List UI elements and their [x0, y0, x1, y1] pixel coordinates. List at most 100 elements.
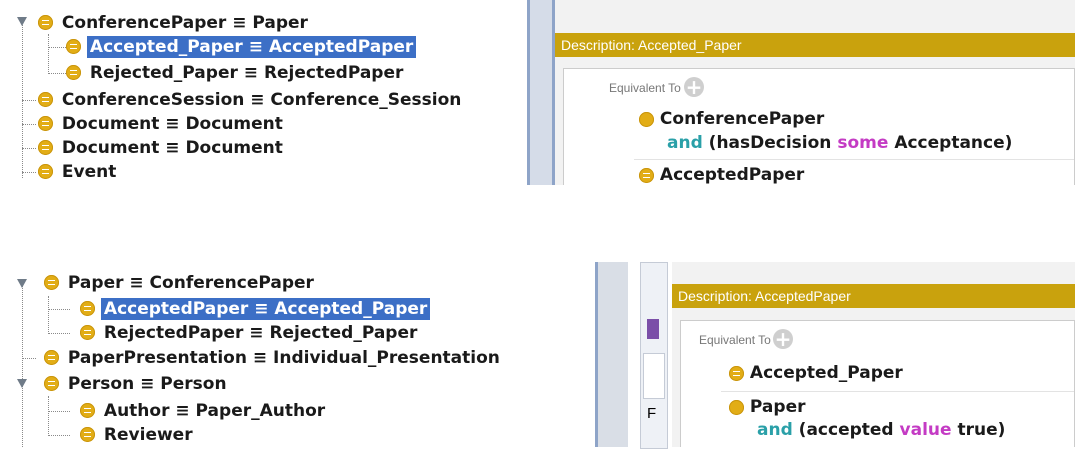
- tree-item-label: PaperPresentation ≡ Individual_Presentat…: [67, 348, 500, 368]
- class-icon: [38, 15, 53, 30]
- tree-item-author[interactable]: Author ≡ Paper_Author: [80, 400, 328, 422]
- class-icon: [729, 366, 744, 381]
- expand-arrow-icon[interactable]: [17, 379, 27, 388]
- description-body: Equivalent To + ConferencePaper and (has…: [563, 68, 1075, 185]
- keyword-some: some: [837, 133, 889, 153]
- class-hierarchy-bottom: Paper ≡ ConferencePaper AcceptedPaper ≡ …: [0, 262, 595, 447]
- description-body: Equivalent To + Accepted_Paper Paper and…: [680, 320, 1075, 447]
- tree-item-label: Author ≡ Paper_Author: [103, 401, 326, 421]
- tree-item-accepted-paper[interactable]: Accepted_Paper ≡ AcceptedPaper: [66, 36, 417, 58]
- tree-item-conferencesession[interactable]: ConferenceSession ≡ Conference_Session: [38, 89, 464, 111]
- tree-guide-line: [22, 124, 36, 125]
- tree-item-rejected-paper[interactable]: Rejected_Paper ≡ RejectedPaper: [66, 62, 406, 84]
- tree-item-event[interactable]: Event: [38, 161, 119, 183]
- keyword-and: and: [757, 420, 793, 440]
- class-icon: [80, 427, 95, 442]
- tree-item-label: ConferencePaper ≡ Paper: [61, 13, 308, 33]
- class-icon: [66, 39, 81, 54]
- class-icon: [38, 164, 53, 179]
- tree-item-label: Rejected_Paper ≡ RejectedPaper: [89, 63, 404, 83]
- tree-item-label: AcceptedPaper ≡ Accepted_Paper: [100, 298, 431, 320]
- tree-item-label: Document ≡ Document: [61, 114, 283, 134]
- add-icon[interactable]: +: [773, 329, 793, 349]
- toolbar-icon[interactable]: [647, 319, 659, 339]
- tree-item-paperpresentation[interactable]: PaperPresentation ≡ Individual_Presentat…: [44, 347, 503, 369]
- tree-guide-line: [22, 281, 23, 447]
- property-name: (accepted: [798, 420, 894, 440]
- class-icon: [44, 350, 59, 365]
- tree-item-label: Paper ≡ ConferencePaper: [67, 273, 314, 293]
- tree-item-conferencepaper[interactable]: ConferencePaper ≡ Paper: [38, 12, 311, 34]
- class-icon: [80, 403, 95, 418]
- tree-guide-line: [22, 148, 36, 149]
- tree-item-document[interactable]: Document ≡ Document: [38, 113, 286, 135]
- class-name: AcceptedPaper: [659, 165, 805, 185]
- separator: [634, 159, 1074, 160]
- class-icon: [44, 376, 59, 391]
- equivalent-expression[interactable]: ConferencePaper: [639, 109, 824, 129]
- class-icon: [44, 275, 59, 290]
- tree-item-label: Document ≡ Document: [61, 138, 283, 158]
- class-icon: [80, 325, 95, 340]
- expand-arrow-icon[interactable]: [17, 279, 27, 288]
- equivalent-expression[interactable]: Accepted_Paper: [729, 363, 903, 383]
- class-hierarchy-top: ConferencePaper ≡ Paper Accepted_Paper ≡…: [0, 0, 595, 185]
- separator: [721, 391, 1074, 392]
- class-icon: [639, 112, 654, 127]
- description-header: Description: Accepted_Paper: [555, 33, 1075, 57]
- toolbar-field[interactable]: [643, 353, 665, 399]
- tree-item-acceptedpaper[interactable]: AcceptedPaper ≡ Accepted_Paper: [80, 298, 431, 320]
- split-pane-divider[interactable]: [598, 262, 628, 447]
- tree-guide-line: [48, 34, 49, 72]
- description-header: Description: AcceptedPaper: [672, 284, 1075, 308]
- tree-item-rejectedpaper[interactable]: RejectedPaper ≡ Rejected_Paper: [80, 322, 420, 344]
- equivalent-to-label: Equivalent To: [699, 333, 771, 347]
- keyword-value: value: [899, 420, 952, 440]
- description-panel-top: Description: Accepted_Paper Equivalent T…: [555, 0, 1075, 185]
- split-pane-divider[interactable]: [530, 0, 552, 185]
- tree-item-paper[interactable]: Paper ≡ ConferencePaper: [44, 272, 317, 294]
- tree-guide-line: [22, 358, 36, 359]
- tree-item-label: Person ≡ Person: [67, 374, 227, 394]
- equivalent-to-label: Equivalent To: [609, 81, 681, 95]
- toolbar-letter: F: [647, 405, 657, 422]
- tree-guide-line: [22, 172, 36, 173]
- tree-guide-line: [22, 18, 23, 178]
- tree-item-reviewer[interactable]: Reviewer: [80, 424, 196, 446]
- tree-item-label: RejectedPaper ≡ Rejected_Paper: [103, 323, 418, 343]
- class-icon: [729, 400, 744, 415]
- class-icon: [38, 140, 53, 155]
- class-name: ConferencePaper: [659, 109, 825, 129]
- tree-item-document[interactable]: Document ≡ Document: [38, 137, 286, 159]
- tree-guide-line: [48, 411, 70, 412]
- tree-guide-line: [48, 296, 49, 334]
- class-icon: [38, 92, 53, 107]
- filler-value: true): [957, 420, 1006, 440]
- restriction-line: and (accepted value true): [757, 420, 1005, 440]
- tree-guide-line: [48, 396, 49, 436]
- tree-guide-line: [22, 100, 36, 101]
- tree-item-person[interactable]: Person ≡ Person: [44, 373, 230, 395]
- class-icon: [66, 65, 81, 80]
- class-name: Accepted_Paper: [749, 363, 903, 383]
- tree-guide-line: [48, 435, 70, 436]
- tree-item-label: Event: [61, 162, 117, 182]
- tree-guide-line: [48, 309, 70, 310]
- class-icon: [80, 301, 95, 316]
- add-icon[interactable]: +: [684, 77, 704, 97]
- class-icon: [639, 168, 654, 183]
- filler-class: Acceptance): [894, 133, 1013, 153]
- tree-item-label: ConferenceSession ≡ Conference_Session: [61, 90, 462, 110]
- description-panel-bottom: Description: AcceptedPaper Equivalent To…: [672, 262, 1075, 447]
- class-name: Paper: [749, 397, 806, 417]
- tree-item-label: Accepted_Paper ≡ AcceptedPaper: [86, 36, 417, 58]
- side-toolbar: F: [640, 262, 668, 449]
- expand-arrow-icon[interactable]: [17, 17, 27, 26]
- equivalent-expression[interactable]: Paper: [729, 397, 805, 417]
- class-icon: [38, 116, 53, 131]
- keyword-and: and: [667, 133, 703, 153]
- tree-guide-line: [48, 333, 70, 334]
- equivalent-expression[interactable]: AcceptedPaper: [639, 165, 804, 185]
- tree-item-label: Reviewer: [103, 425, 193, 445]
- restriction-line: and (hasDecision some Acceptance): [667, 133, 1012, 153]
